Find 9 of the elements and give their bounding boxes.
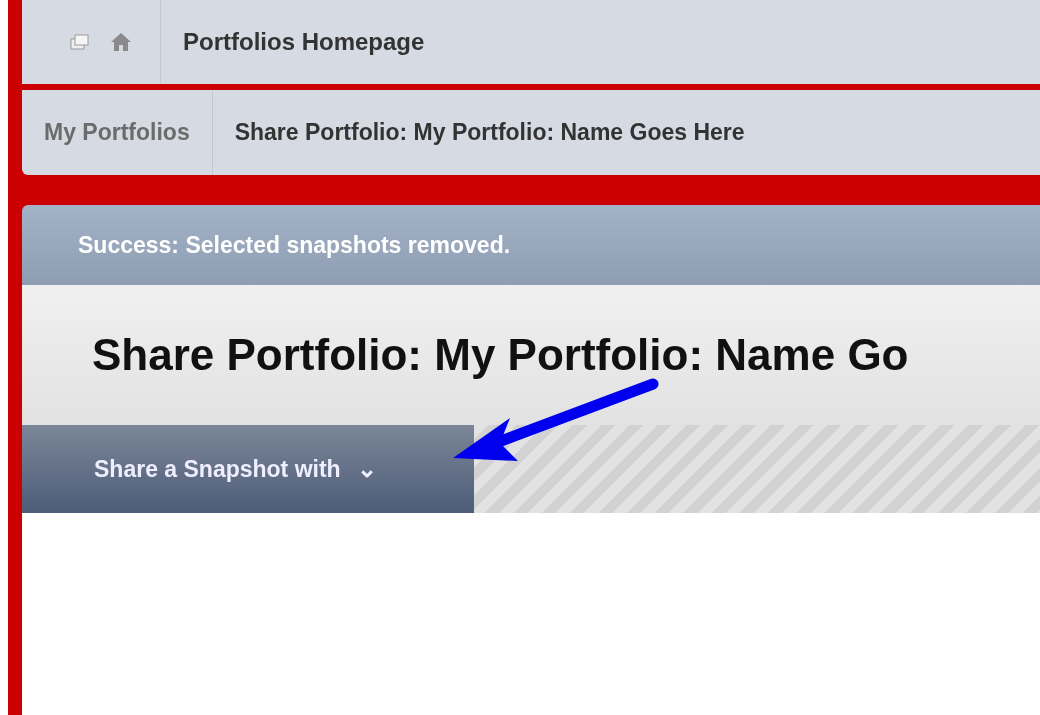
breadcrumb-link[interactable]: Share Portfolio: My Portfolio: Name Goes Here: [212, 90, 767, 175]
share-snapshot-button[interactable]: Share a Snapshot with ⌄: [22, 425, 474, 513]
windows-icon[interactable]: [70, 34, 90, 50]
home-icon[interactable]: [110, 32, 132, 52]
success-message: Success: Selected snapshots removed.: [78, 231, 511, 259]
breadcrumb-link[interactable]: My Portfolios: [22, 90, 213, 175]
caret-icon: ⌄: [357, 455, 378, 482]
page-title: Share Portfolio: My Portfolio: Name Go: [92, 330, 909, 380]
page-heading: Portfolios Homepage: [182, 28, 425, 56]
